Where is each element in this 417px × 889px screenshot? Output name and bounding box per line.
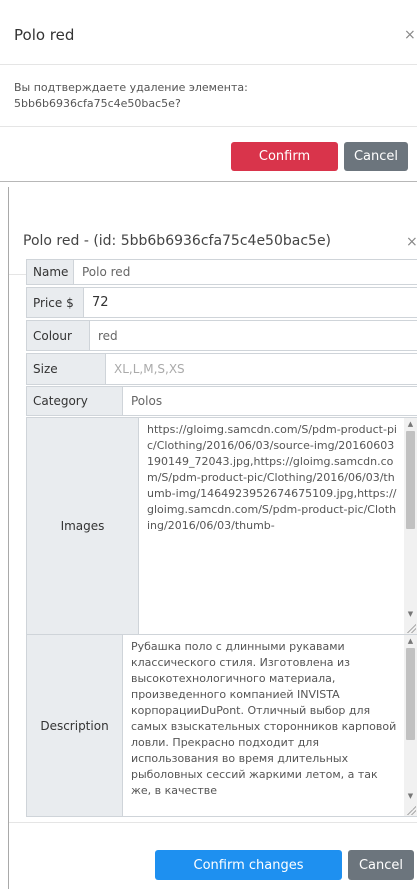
images-text: https://gloimg.samcdn.com/S/pdm-product-… xyxy=(147,423,397,532)
size-row: Size XL,L,M,S,XS xyxy=(26,353,417,385)
scrollbar-thumb[interactable] xyxy=(406,431,415,529)
price-label: Price $ xyxy=(26,287,84,318)
category-label: Category xyxy=(26,386,123,416)
name-row: Name Polo red xyxy=(26,259,417,285)
edit-item-dialog: Polo red - (id: 5bb6b6936cfa75c4e50bac5e… xyxy=(8,187,417,889)
name-label: Name xyxy=(26,259,74,285)
images-scrollbar[interactable]: ▲ ▼ xyxy=(404,418,417,634)
description-textarea[interactable]: Рубашка поло с длинными рукавами классич… xyxy=(122,634,417,817)
category-input[interactable]: Polos xyxy=(122,386,417,416)
name-input[interactable]: Polo red xyxy=(73,259,417,285)
colour-row: Colour red xyxy=(26,320,417,351)
images-textarea[interactable]: https://gloimg.samcdn.com/S/pdm-product-… xyxy=(138,417,417,635)
size-label: Size xyxy=(26,353,106,385)
cancel-delete-button[interactable]: Cancel xyxy=(344,142,408,171)
close-icon[interactable]: × xyxy=(406,234,417,250)
images-row: Images https://gloimg.samcdn.com/S/pdm-p… xyxy=(26,417,417,635)
delete-message: Вы подтверждаете удаление элемента: 5bb6… xyxy=(14,81,248,110)
colour-input[interactable]: red xyxy=(89,320,417,351)
confirm-changes-button[interactable]: Confirm changes xyxy=(155,850,342,880)
description-text: Рубашка поло с длинными рукавами классич… xyxy=(131,640,397,797)
description-label: Description xyxy=(26,634,123,817)
price-input[interactable]: 72 xyxy=(83,287,417,318)
description-scrollbar[interactable]: ▲ ▼ xyxy=(404,635,417,816)
resize-grip-icon[interactable] xyxy=(406,623,416,633)
description-row: Description Рубашка поло с длинными рука… xyxy=(26,634,417,817)
price-row: Price $ 72 xyxy=(26,287,417,318)
scroll-up-arrow-icon[interactable]: ▲ xyxy=(404,635,417,647)
category-row: Category Polos xyxy=(26,386,417,416)
dialog-title: Polo red xyxy=(14,26,75,44)
header-divider xyxy=(0,64,417,65)
footer-divider xyxy=(0,126,417,127)
size-input[interactable]: XL,L,M,S,XS xyxy=(105,353,417,385)
close-icon[interactable]: × xyxy=(404,27,416,43)
scroll-up-arrow-icon[interactable]: ▲ xyxy=(404,418,417,430)
scroll-down-arrow-icon[interactable]: ▼ xyxy=(404,790,417,802)
cancel-edit-button[interactable]: Cancel xyxy=(348,850,414,880)
confirm-delete-button[interactable]: Confirm xyxy=(231,142,338,171)
colour-label: Colour xyxy=(26,320,90,351)
scrollbar-thumb[interactable] xyxy=(406,648,415,740)
images-label: Images xyxy=(26,417,139,635)
scroll-down-arrow-icon[interactable]: ▼ xyxy=(404,608,417,620)
delete-confirm-dialog: Polo red × Вы подтверждаете удаление эле… xyxy=(0,0,417,182)
dialog-title: Polo red - (id: 5bb6b6936cfa75c4e50bac5e… xyxy=(23,233,332,249)
footer-divider xyxy=(9,822,417,823)
resize-grip-icon[interactable] xyxy=(406,805,416,815)
